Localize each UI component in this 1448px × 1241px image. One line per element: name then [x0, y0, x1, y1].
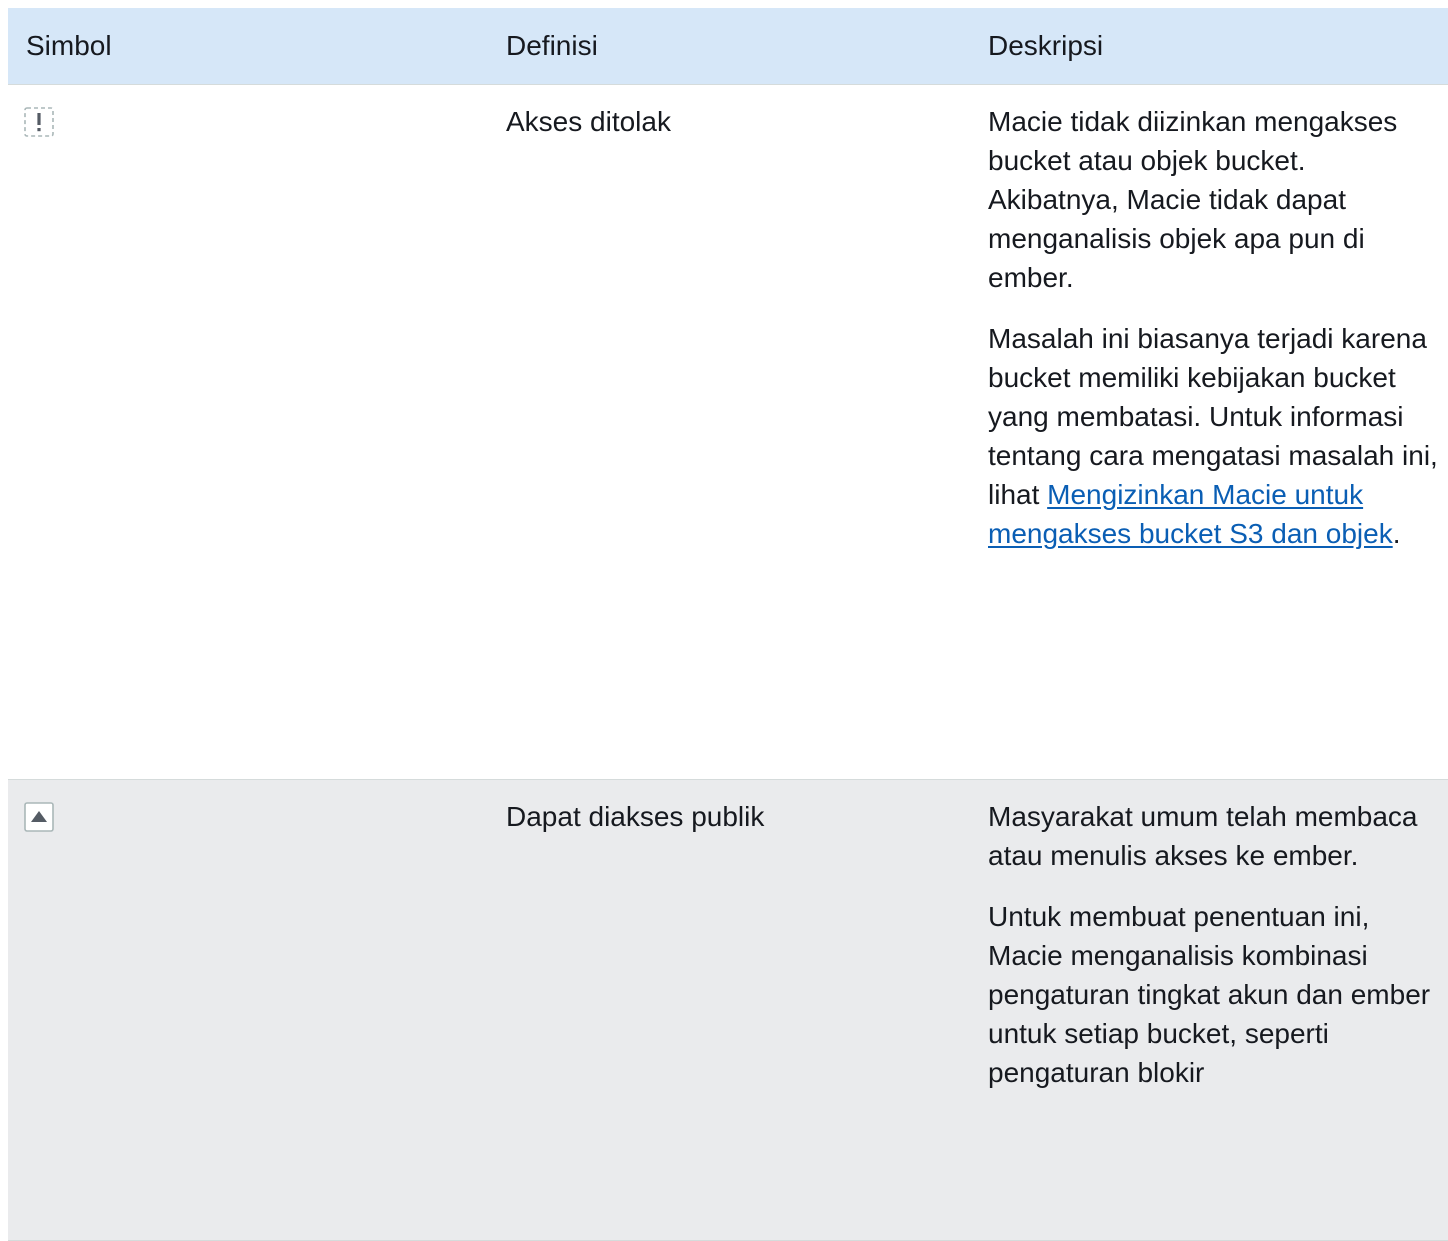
- table-header: Simbol Definisi Deskripsi: [8, 8, 1448, 85]
- symbol-cell: [8, 85, 486, 779]
- access-denied-icon: [24, 107, 54, 137]
- header-definition: Definisi: [506, 30, 598, 61]
- description-paragraph: Untuk membuat penentuan ini, Macie menga…: [988, 901, 1431, 1088]
- table-row: Dapat diakses publik Masyarakat umum tel…: [8, 780, 1448, 1241]
- public-access-icon: [24, 802, 54, 832]
- header-description: Deskripsi: [988, 30, 1104, 61]
- description-cell: Macie tidak diizinkan mengakses bucket a…: [964, 85, 1448, 779]
- symbols-table: Simbol Definisi Deskripsi Akses ditolak …: [8, 8, 1448, 1241]
- definition-cell: Dapat diakses publik: [506, 801, 765, 832]
- description-paragraph: Macie tidak diizinkan mengakses bucket a…: [988, 106, 1398, 293]
- table-row: Akses ditolak Macie tidak diizinkan meng…: [8, 85, 1448, 780]
- description-text: .: [1392, 518, 1401, 549]
- allow-macie-access-link[interactable]: Mengizinkan Macie untuk mengakses bucket…: [988, 479, 1393, 549]
- header-symbol: Simbol: [26, 30, 112, 61]
- description-paragraph: Masalah ini biasanya terjadi karena buck…: [988, 319, 1440, 553]
- definition-cell: Akses ditolak: [506, 106, 671, 137]
- description-cell: Masyarakat umum telah membaca atau menul…: [964, 780, 1448, 1240]
- description-paragraph: Masyarakat umum telah membaca atau menul…: [988, 801, 1418, 871]
- symbol-cell: [8, 780, 486, 1240]
